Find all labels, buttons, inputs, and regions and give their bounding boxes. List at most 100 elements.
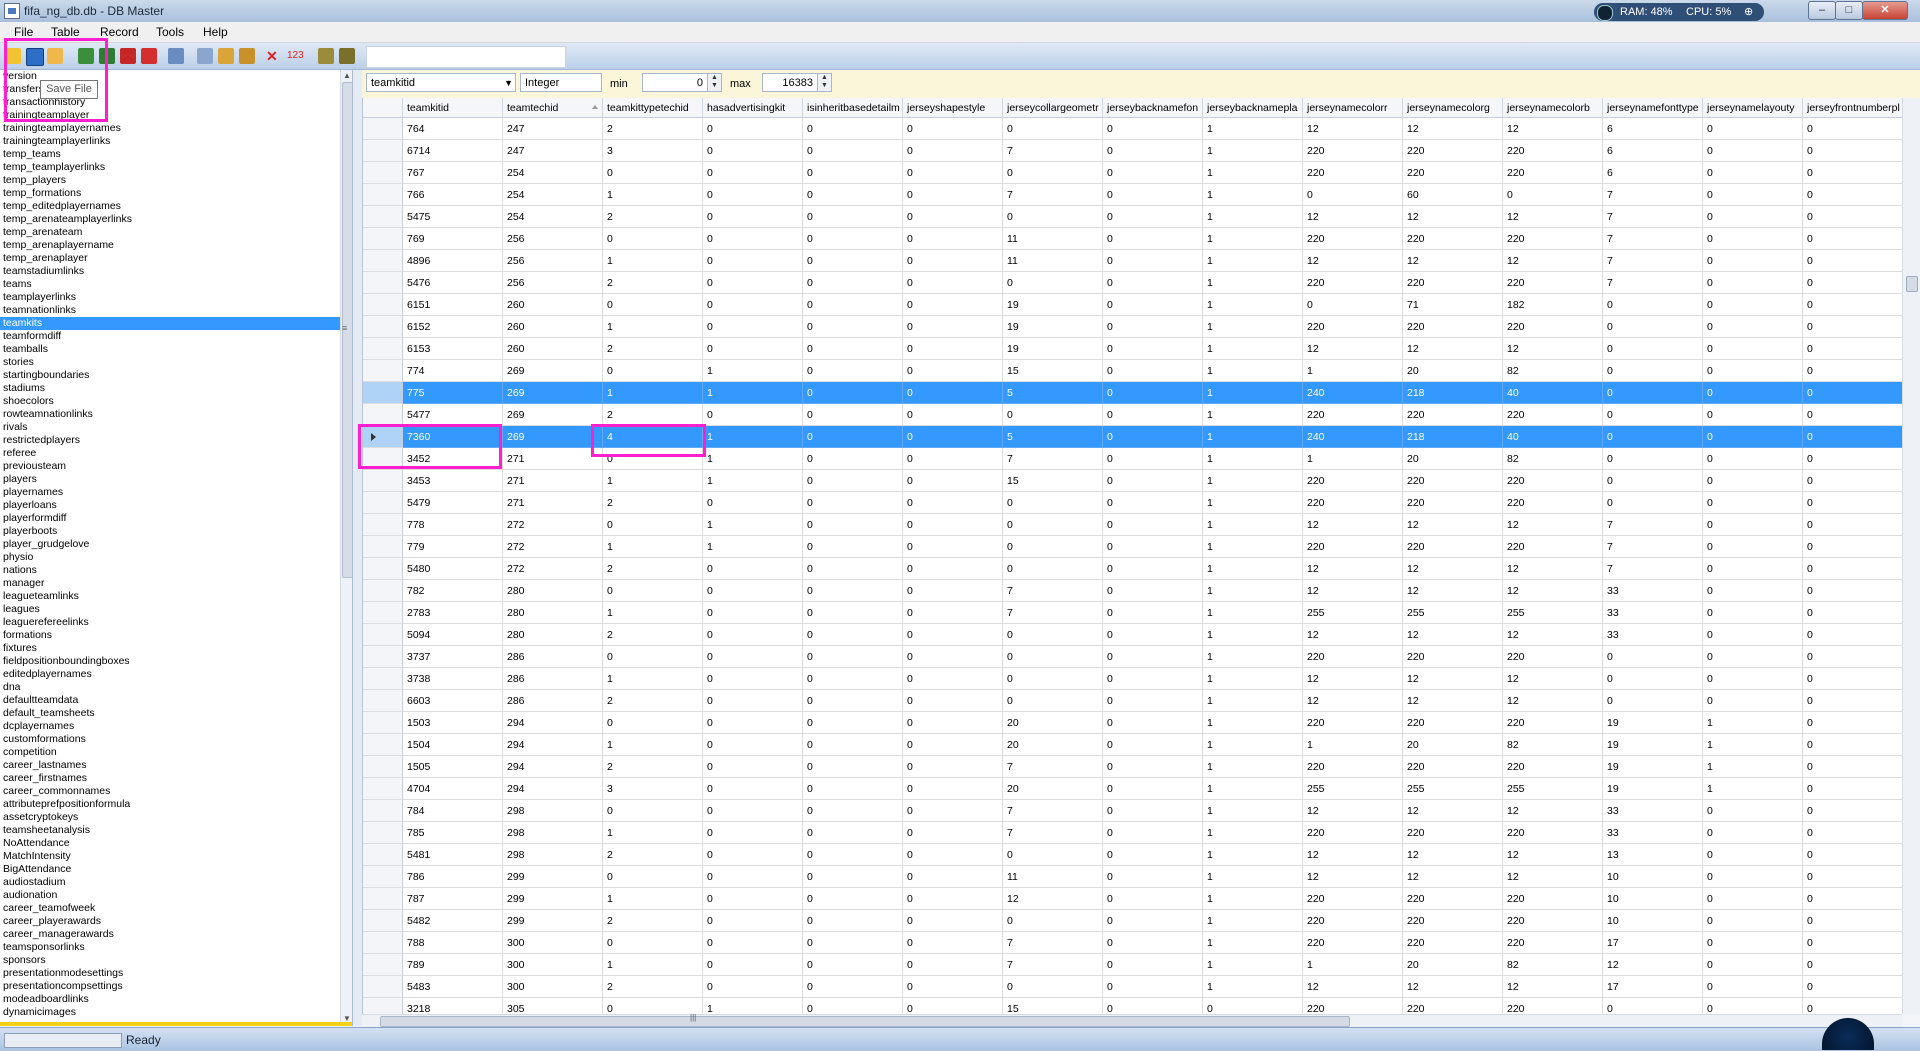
scroll-up-icon[interactable]: ▲ [343,71,351,80]
cell-jerseybacknamefon[interactable]: 0 [1103,954,1203,976]
table-list-item[interactable]: career_firstnames [0,772,340,785]
cell-teamkitid[interactable]: 5479 [403,492,503,514]
row-header[interactable] [363,998,403,1014]
cell-teamkitid[interactable]: 5480 [403,558,503,580]
cell-teamkitid[interactable]: 774 [403,360,503,382]
cell-jerseycollargeometr[interactable]: 0 [1003,206,1103,228]
cell-jerseynamelayouty[interactable]: 0 [1703,690,1803,712]
table-row[interactable]: 5480 272 2 0 0 0 0 0 1 12 12 12 7 0 0 [363,558,1903,580]
cell-teamkittypetechid[interactable]: 1 [603,536,703,558]
cell-jerseyfrontnumberpl[interactable]: 0 [1803,932,1903,954]
cell-jerseynamelayouty[interactable]: 0 [1703,118,1803,140]
table-row[interactable]: 5481 298 2 0 0 0 0 0 1 12 12 12 13 0 0 [363,844,1903,866]
cell-teamkittypetechid[interactable]: 1 [603,382,703,404]
cell-teamkitid[interactable]: 3453 [403,470,503,492]
cell-teamkittypetechid[interactable]: 1 [603,954,703,976]
cell-teamkitid[interactable]: 1503 [403,712,503,734]
cell-jerseybacknamepla[interactable]: 1 [1203,118,1303,140]
cell-jerseynamecolorg[interactable]: 12 [1403,624,1503,646]
cell-jerseyfrontnumberpl[interactable]: 0 [1803,976,1903,998]
cell-jerseybacknamefon[interactable]: 0 [1103,932,1203,954]
table-list-item[interactable]: assetcryptokeys [0,811,340,824]
table-row[interactable]: 5477 269 2 0 0 0 0 0 1 220 220 220 0 0 0 [363,404,1903,426]
cell-jerseynamefonttype[interactable]: 19 [1603,778,1703,800]
cell-teamkitid[interactable]: 5477 [403,404,503,426]
cell-jerseyfrontnumberpl[interactable]: 0 [1803,448,1903,470]
cell-hasadvertisingkit[interactable]: 0 [703,294,803,316]
cell-jerseybacknamepla[interactable]: 1 [1203,602,1303,624]
cell-jerseybacknamefon[interactable]: 0 [1103,118,1203,140]
table-row[interactable]: 779 272 1 1 0 0 0 0 1 220 220 220 7 0 0 [363,536,1903,558]
cell-teamkitid[interactable]: 2783 [403,602,503,624]
row-header[interactable] [363,404,403,426]
table-row[interactable]: 2783 280 1 0 0 0 7 0 1 255 255 255 33 0 0 [363,602,1903,624]
table-list-item[interactable]: teamplayerlinks [0,291,340,304]
cell-jerseynamecolorb[interactable]: 40 [1503,382,1603,404]
menu-table[interactable]: Table [51,25,80,39]
cell-hasadvertisingkit[interactable]: 0 [703,602,803,624]
paste-special-icon[interactable] [239,48,255,64]
cell-jerseynamecolorr[interactable]: 12 [1303,338,1403,360]
cell-jerseynamecolorb[interactable]: 82 [1503,954,1603,976]
field-select[interactable]: teamkitid ▼ [366,73,516,92]
cell-jerseynamecolorb[interactable]: 220 [1503,228,1603,250]
cell-teamkittypetechid[interactable]: 2 [603,558,703,580]
table-list-item[interactable]: dna [0,681,340,694]
cell-jerseycollargeometr[interactable]: 5 [1003,426,1103,448]
cell-jerseynamecolorg[interactable]: 218 [1403,426,1503,448]
cell-jerseynamefonttype[interactable]: 19 [1603,734,1703,756]
row-header[interactable] [363,866,403,888]
cell-jerseybacknamepla[interactable]: 1 [1203,712,1303,734]
table-list-item[interactable]: BigAttendance [0,863,340,876]
row-header[interactable] [363,888,403,910]
cell-hasadvertisingkit[interactable]: 1 [703,470,803,492]
cell-teamkittypetechid[interactable]: 2 [603,690,703,712]
table-row[interactable]: 769 256 0 0 0 0 11 0 1 220 220 220 7 0 0 [363,228,1903,250]
row-header[interactable] [363,558,403,580]
cell-hasadvertisingkit[interactable]: 1 [703,514,803,536]
cell-isinheritbasedetailm[interactable]: 0 [803,602,903,624]
row-header[interactable] [363,338,403,360]
cell-jerseynamecolorg[interactable]: 12 [1403,690,1503,712]
cell-jerseynamecolorr[interactable]: 220 [1303,910,1403,932]
table-list-item[interactable]: career_managerawards [0,928,340,941]
cell-jerseybacknamefon[interactable]: 0 [1103,382,1203,404]
cell-jerseynamecolorg[interactable]: 12 [1403,514,1503,536]
cell-teamkitid[interactable]: 6603 [403,690,503,712]
cell-hasadvertisingkit[interactable]: 0 [703,712,803,734]
cell-jerseyfrontnumberpl[interactable]: 0 [1803,294,1903,316]
cell-jerseynamecolorg[interactable]: 20 [1403,360,1503,382]
cell-jerseynamecolorr[interactable]: 255 [1303,602,1403,624]
cell-teamtechid[interactable]: 260 [503,294,603,316]
cell-teamkitid[interactable]: 5481 [403,844,503,866]
cell-jerseybacknamepla[interactable]: 1 [1203,910,1303,932]
cell-jerseynamecolorb[interactable]: 182 [1503,294,1603,316]
cell-jerseyfrontnumberpl[interactable]: 0 [1803,668,1903,690]
cell-jerseybacknamepla[interactable]: 1 [1203,888,1303,910]
cell-teamkittypetechid[interactable]: 0 [603,712,703,734]
cell-jerseynamefonttype[interactable]: 17 [1603,976,1703,998]
cell-jerseynamecolorr[interactable]: 220 [1303,162,1403,184]
cell-teamkittypetechid[interactable]: 2 [603,272,703,294]
table-list-item[interactable]: temp_teamplayerlinks [0,161,340,174]
table-list-item[interactable]: modeadboardlinks [0,993,340,1006]
cell-hasadvertisingkit[interactable]: 1 [703,360,803,382]
cell-jerseynamelayouty[interactable]: 0 [1703,954,1803,976]
table-row[interactable]: 785 298 1 0 0 0 7 0 1 220 220 220 33 0 0 [363,822,1903,844]
cell-jerseycollargeometr[interactable]: 0 [1003,668,1103,690]
cell-jerseybacknamepla[interactable]: 1 [1203,668,1303,690]
max-input[interactable]: 16383 ▲ ▼ [762,73,832,92]
cell-jerseynamelayouty[interactable]: 0 [1703,580,1803,602]
cell-jerseyshapestyle[interactable]: 0 [903,844,1003,866]
cell-isinheritbasedetailm[interactable]: 0 [803,448,903,470]
cell-jerseybacknamepla[interactable]: 1 [1203,844,1303,866]
cell-jerseycollargeometr[interactable]: 19 [1003,294,1103,316]
cell-jerseynamefonttype[interactable]: 0 [1603,294,1703,316]
cell-jerseynamelayouty[interactable]: 0 [1703,162,1803,184]
table-row[interactable]: 3218 305 0 1 0 0 15 0 0 220 220 220 0 0 0 [363,998,1903,1014]
cell-jerseynamecolorr[interactable]: 12 [1303,514,1403,536]
cell-teamkittypetechid[interactable]: 0 [603,514,703,536]
cell-teamtechid[interactable]: 299 [503,888,603,910]
cell-jerseynamefonttype[interactable]: 33 [1603,580,1703,602]
cell-jerseybacknamepla[interactable]: 1 [1203,140,1303,162]
